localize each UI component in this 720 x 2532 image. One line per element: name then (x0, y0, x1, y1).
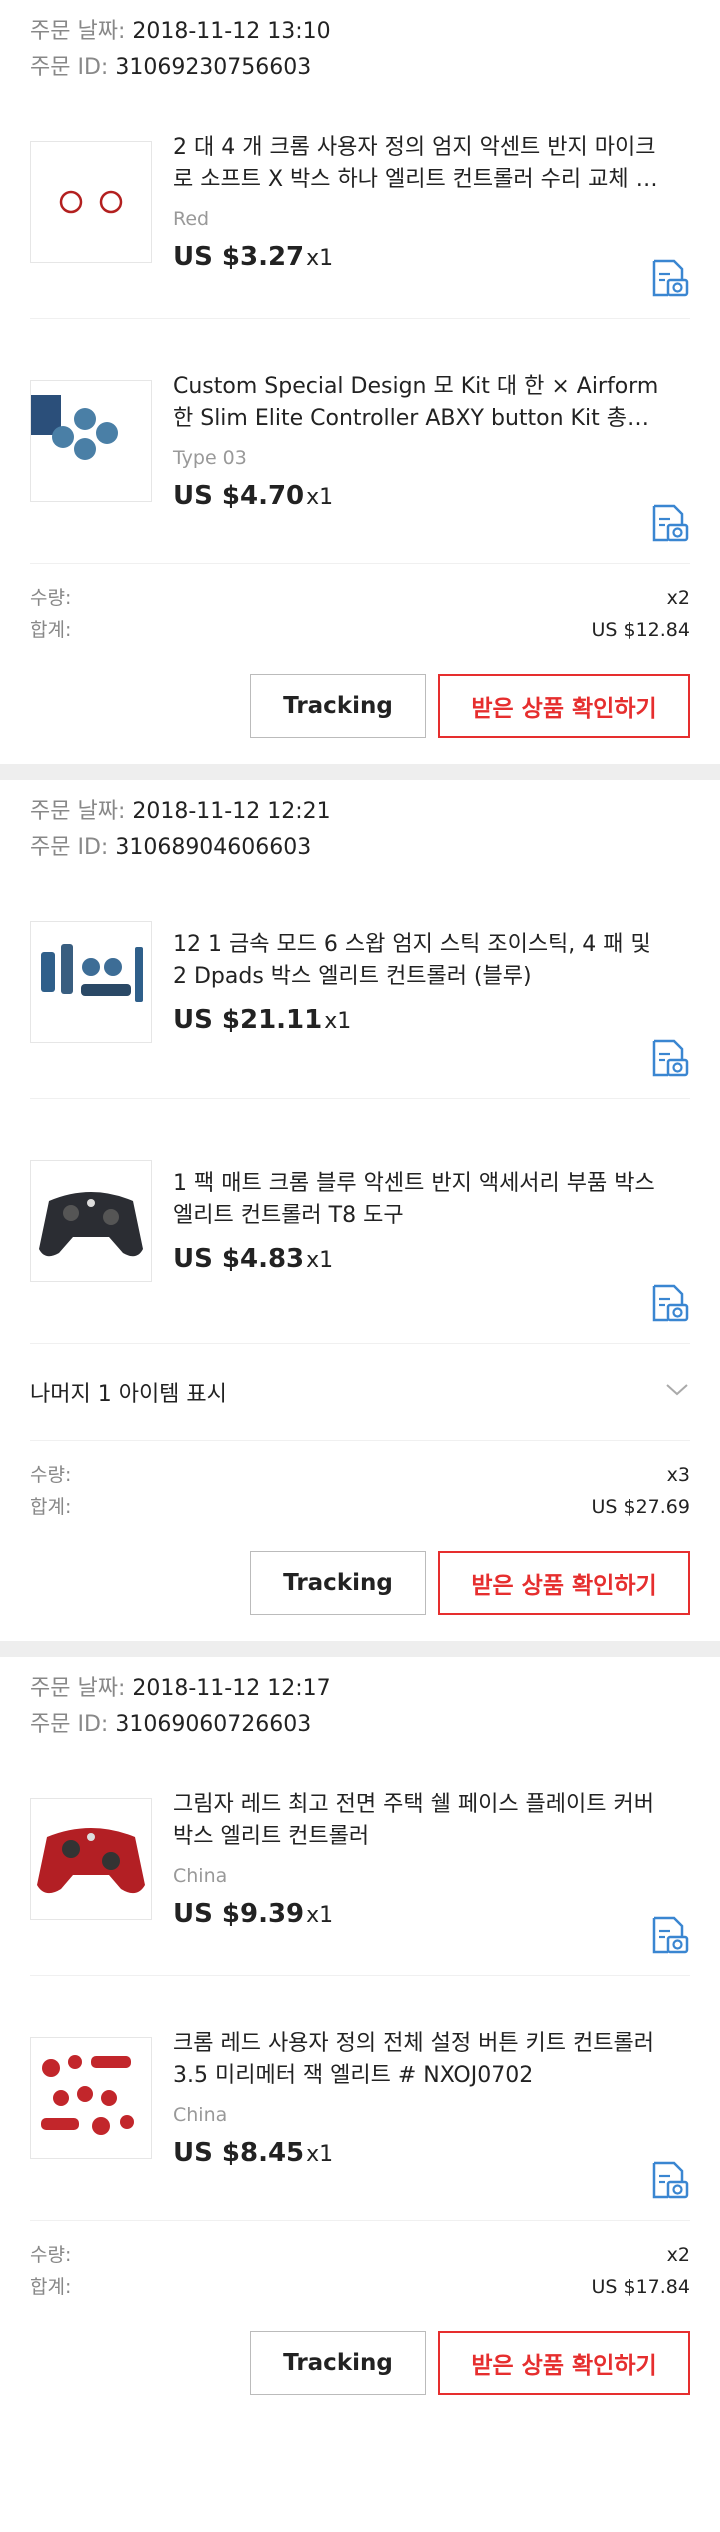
total-value: US $27.69 (591, 1496, 691, 1518)
order-date-label: 주문 날짜: (30, 799, 126, 824)
order-card: 주문 날짜: 2018-11-12 13:10 주문 ID: 310692307… (0, 0, 720, 764)
total-value: US $17.84 (591, 2276, 691, 2298)
order-id-label: 주문 ID: (30, 55, 109, 80)
order-date: 2018-11-12 13:10 (132, 19, 331, 44)
quantity-label: 수량: (30, 587, 72, 609)
order-id-label: 주문 ID: (30, 835, 109, 860)
product-image[interactable] (30, 380, 152, 502)
order-item[interactable]: 1 팩 매트 크롬 블루 악센트 반지 액세서리 부품 박스 엘리트 컨트롤러 … (30, 1099, 690, 1344)
product-title[interactable]: 1 팩 매트 크롬 블루 악센트 반지 액세서리 부품 박스 엘리트 컨트롤러 … (173, 1168, 660, 1232)
order-meta: 주문 날짜: 2018-11-12 12:21 주문 ID: 310689046… (0, 780, 720, 866)
order-item[interactable]: 그림자 레드 최고 전면 주택 쉘 페이스 플레이트 커버 박스 엘리트 컨트롤… (30, 1743, 690, 1976)
review-photo-icon[interactable] (648, 1283, 690, 1325)
product-qty: x1 (324, 1009, 352, 1034)
quantity-label: 수량: (30, 2244, 72, 2266)
order-actions: Tracking 받은 상품 확인하기 (30, 656, 690, 764)
product-qty: x1 (306, 1903, 334, 1928)
confirm-receipt-button[interactable]: 받은 상품 확인하기 (438, 674, 690, 738)
product-variant: China (173, 2104, 228, 2126)
quantity-value: x2 (666, 2244, 690, 2266)
quantity-label: 수량: (30, 1464, 72, 1486)
order-item[interactable]: 크롬 레드 사용자 정의 전체 설정 버튼 키트 컨트롤러 3.5 미리메터 잭… (30, 1976, 690, 2221)
product-price: US $9.39 (173, 1899, 305, 1929)
order-summary: 수량: x2 합계: US $17.84 (30, 2221, 690, 2313)
product-qty: x1 (306, 246, 334, 271)
product-title[interactable]: Custom Special Design 모 Kit 대 한 × Airfor… (173, 371, 660, 435)
order-date: 2018-11-12 12:17 (132, 1676, 331, 1701)
review-photo-icon[interactable] (648, 1038, 690, 1080)
quantity-value: x2 (666, 587, 690, 609)
review-photo-icon[interactable] (648, 503, 690, 545)
product-title[interactable]: 12 1 금속 모드 6 스왑 엄지 스틱 조이스틱, 4 패 및 2 Dpad… (173, 929, 660, 993)
product-image[interactable] (30, 1160, 152, 1282)
order-actions: Tracking 받은 상품 확인하기 (30, 2313, 690, 2421)
show-more-label: 나머지 1 아이템 표시 (30, 1382, 227, 1407)
chevron-down-icon (664, 1382, 690, 1402)
quantity-value: x3 (666, 1464, 690, 1486)
total-label: 합계: (30, 1496, 72, 1518)
order-meta: 주문 날짜: 2018-11-12 12:17 주문 ID: 310690607… (0, 1657, 720, 1743)
order-separator (0, 764, 720, 780)
tracking-button[interactable]: Tracking (250, 2331, 426, 2395)
product-variant: Type 03 (173, 447, 247, 469)
order-item[interactable]: Custom Special Design 모 Kit 대 한 × Airfor… (30, 319, 690, 564)
review-photo-icon[interactable] (648, 1915, 690, 1957)
order-date-label: 주문 날짜: (30, 1676, 126, 1701)
product-qty: x1 (306, 485, 334, 510)
order-id: 31069060726603 (115, 1712, 312, 1737)
product-price: US $21.11 (173, 1005, 323, 1035)
product-price: US $4.83 (173, 1244, 305, 1274)
order-summary: 수량: x3 합계: US $27.69 (30, 1441, 690, 1533)
product-title[interactable]: 크롬 레드 사용자 정의 전체 설정 버튼 키트 컨트롤러 3.5 미리메터 잭… (173, 2028, 660, 2092)
total-label: 합계: (30, 619, 72, 641)
tracking-button[interactable]: Tracking (250, 1551, 426, 1615)
order-date-label: 주문 날짜: (30, 19, 126, 44)
total-label: 합계: (30, 2276, 72, 2298)
order-card: 주문 날짜: 2018-11-12 12:17 주문 ID: 310690607… (0, 1657, 720, 2421)
show-more-items[interactable]: 나머지 1 아이템 표시 (30, 1344, 690, 1441)
review-photo-icon[interactable] (648, 258, 690, 300)
product-price: US $4.70 (173, 481, 305, 511)
product-price: US $3.27 (173, 242, 305, 272)
order-actions: Tracking 받은 상품 확인하기 (30, 1533, 690, 1641)
order-date: 2018-11-12 12:21 (132, 799, 331, 824)
tracking-button[interactable]: Tracking (250, 674, 426, 738)
product-title[interactable]: 그림자 레드 최고 전면 주택 쉘 페이스 플레이트 커버 박스 엘리트 컨트롤… (173, 1789, 660, 1853)
order-id-label: 주문 ID: (30, 1712, 109, 1737)
product-image[interactable] (30, 2037, 152, 2159)
product-image[interactable] (30, 921, 152, 1043)
total-value: US $12.84 (591, 619, 691, 641)
product-qty: x1 (306, 2142, 334, 2167)
product-image[interactable] (30, 141, 152, 263)
review-photo-icon[interactable] (648, 2160, 690, 2202)
order-item[interactable]: 12 1 금속 모드 6 스왑 엄지 스틱 조이스틱, 4 패 및 2 Dpad… (30, 866, 690, 1099)
order-summary: 수량: x2 합계: US $12.84 (30, 564, 690, 656)
product-variant: China (173, 1865, 228, 1887)
order-meta: 주문 날짜: 2018-11-12 13:10 주문 ID: 310692307… (0, 0, 720, 86)
order-id: 31068904606603 (115, 835, 312, 860)
order-item[interactable]: 2 대 4 개 크롬 사용자 정의 엄지 악센트 반지 마이크로 소프트 X 박… (30, 86, 690, 319)
confirm-receipt-button[interactable]: 받은 상품 확인하기 (438, 2331, 690, 2395)
order-separator (0, 1641, 720, 1657)
product-price: US $8.45 (173, 2138, 305, 2168)
order-card: 주문 날짜: 2018-11-12 12:21 주문 ID: 310689046… (0, 780, 720, 1641)
product-variant: Red (173, 208, 210, 230)
order-id: 31069230756603 (115, 55, 312, 80)
confirm-receipt-button[interactable]: 받은 상품 확인하기 (438, 1551, 690, 1615)
product-image[interactable] (30, 1798, 152, 1920)
product-title[interactable]: 2 대 4 개 크롬 사용자 정의 엄지 악센트 반지 마이크로 소프트 X 박… (173, 132, 660, 196)
product-qty: x1 (306, 1248, 334, 1273)
